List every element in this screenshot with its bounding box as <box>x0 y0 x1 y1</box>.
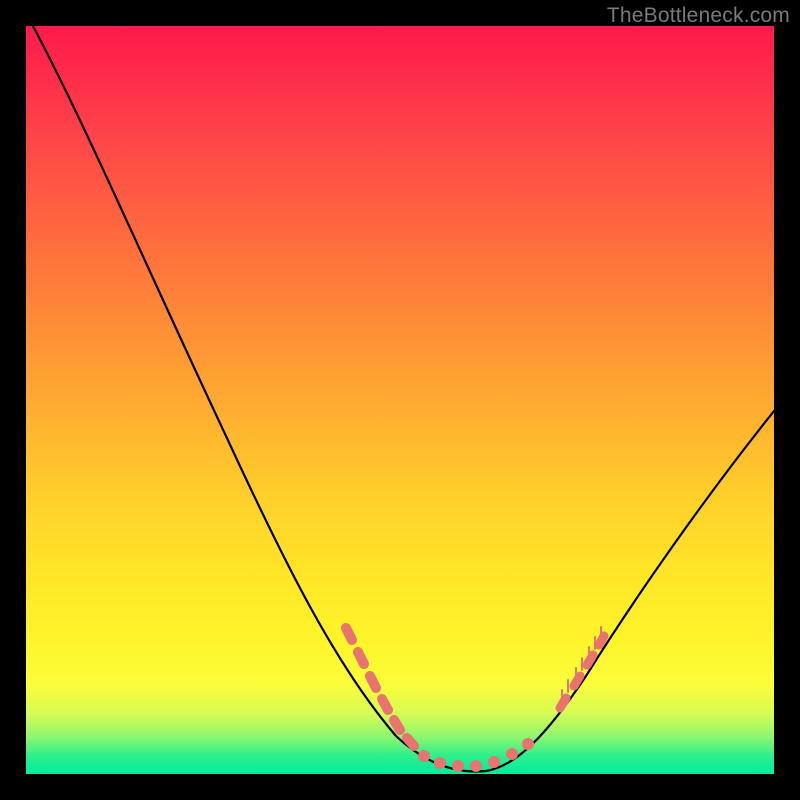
chart-svg <box>26 26 774 774</box>
marker-ticks-right <box>562 627 601 702</box>
bottleneck-curve <box>33 26 774 772</box>
marker-group-valley <box>418 738 534 772</box>
watermark-text: TheBottleneck.com <box>607 4 790 28</box>
marker-group-left <box>346 628 414 746</box>
marker-group-right <box>560 636 604 708</box>
plot-area <box>26 26 774 774</box>
chart-frame: TheBottleneck.com <box>0 0 800 800</box>
